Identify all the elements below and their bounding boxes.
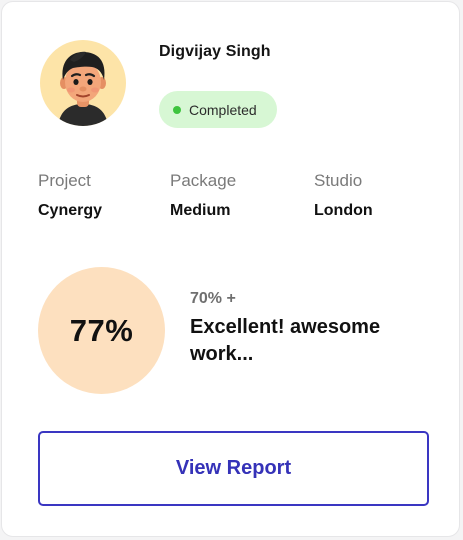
score-value: 77%: [69, 312, 134, 348]
detail-label: Studio: [314, 171, 363, 190]
score-threshold: 70% +: [190, 290, 236, 307]
avatar: [40, 40, 126, 126]
detail-value: London: [314, 202, 373, 219]
view-report-button[interactable]: View Report: [38, 431, 429, 506]
detail-label: Project: [38, 171, 91, 190]
detail-project: Project Cynergy: [38, 170, 102, 222]
detail-studio: Studio London: [314, 170, 373, 222]
status-badge: Completed: [159, 91, 277, 128]
detail-package: Package Medium: [170, 170, 236, 222]
detail-value: Cynergy: [38, 202, 103, 219]
detail-value: Medium: [170, 202, 231, 219]
profile-report-card: Digvijay Singh Completed Project Cynergy…: [1, 1, 460, 537]
detail-label: Package: [170, 171, 237, 190]
score-message: Excellent! awesome work...: [190, 316, 381, 365]
status-dot-icon: [173, 105, 181, 114]
person-avatar-icon: [58, 51, 108, 126]
user-name: Digvijay Singh: [159, 43, 271, 60]
score-circle: 77%: [38, 267, 165, 394]
status-label: Completed: [189, 101, 257, 118]
